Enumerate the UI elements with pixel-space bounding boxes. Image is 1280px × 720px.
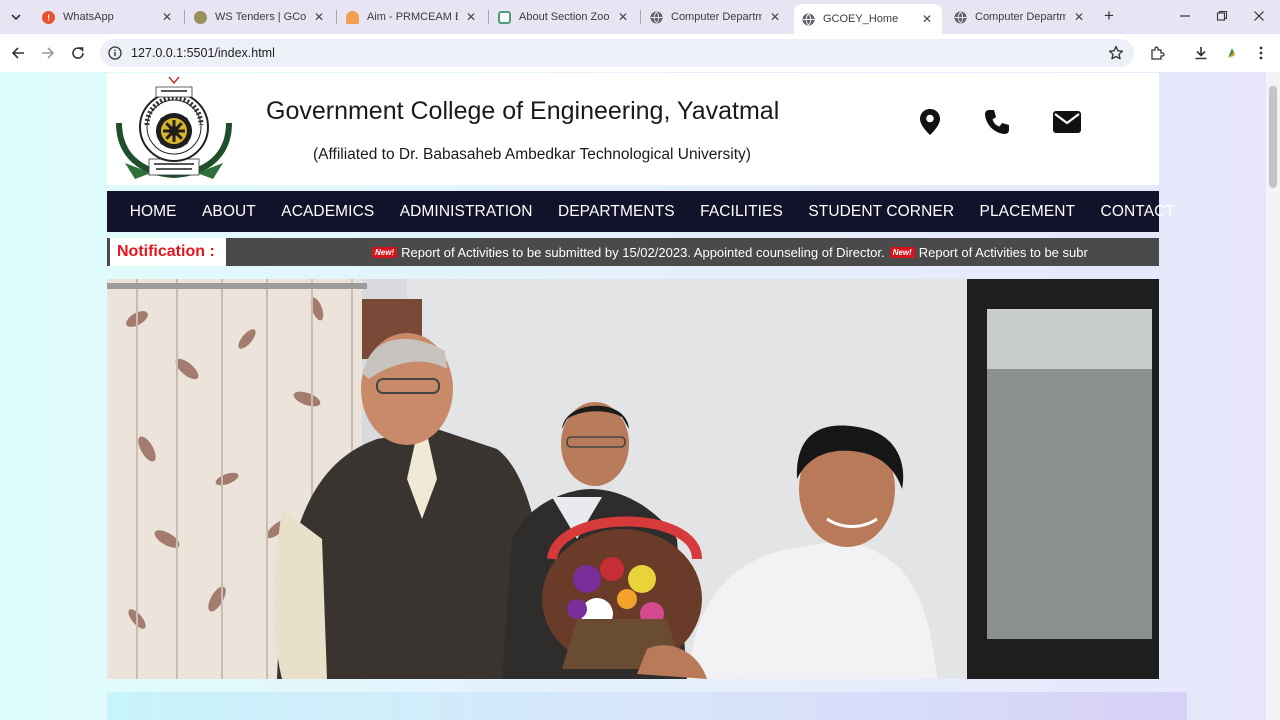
site-icon (346, 10, 359, 24)
minimize-icon (1180, 15, 1190, 17)
tab-title: WhatsApp (63, 11, 114, 23)
tab-title: Aim - PRMCEAM Bad (367, 11, 458, 23)
scrollbar-thumb[interactable] (1269, 86, 1277, 188)
close-icon[interactable]: ✕ (768, 10, 782, 24)
url-text: 127.0.0.1:5501/index.html (131, 46, 275, 60)
site-icon (194, 10, 207, 24)
section-band (107, 692, 1187, 720)
site-icon (498, 10, 511, 24)
notification-item[interactable]: Report of Activities to be subr (919, 245, 1088, 260)
bookmark-star-icon[interactable] (1108, 45, 1124, 66)
tab-computer-department[interactable]: Computer Departme ✕ (642, 4, 790, 30)
puzzle-icon (1151, 46, 1165, 60)
back-button[interactable] (8, 43, 28, 63)
site-header: Government College of Engineering, Yavat… (107, 73, 1159, 185)
phone-icon[interactable] (982, 107, 1012, 137)
site-info-icon[interactable] (108, 46, 122, 65)
arrow-right-icon (42, 47, 55, 59)
downloads-button[interactable] (1191, 43, 1211, 63)
tab-title: GCOEY_Home (823, 13, 899, 25)
nav-home[interactable]: HOME (117, 203, 189, 221)
globe-icon (802, 13, 815, 26)
menu-button[interactable] (1251, 43, 1271, 63)
notification-label: Notification : (107, 238, 226, 266)
location-icon[interactable] (917, 107, 943, 137)
browser-tab-bar: WhatsApp ✕ WS Tenders | GCoE, Y ✕ Aim - … (0, 0, 1280, 34)
arrow-left-icon (11, 47, 24, 59)
tab-divider (336, 10, 337, 24)
nav-facilities[interactable]: FACILITIES (687, 203, 795, 221)
mail-icon[interactable] (1052, 107, 1082, 137)
close-icon[interactable]: ✕ (464, 10, 478, 24)
close-icon (1254, 11, 1264, 21)
main-navigation: HOME ABOUT ACADEMICS ADMINISTRATION DEPA… (107, 191, 1175, 232)
restore-button[interactable] (1207, 6, 1237, 26)
notification-marquee[interactable]: New! Report of Activities to be submitte… (369, 238, 1088, 266)
nav-departments[interactable]: DEPARTMENTS (545, 203, 687, 221)
close-icon[interactable]: ✕ (1072, 10, 1086, 24)
more-vertical-icon (1259, 46, 1263, 60)
college-logo[interactable] (111, 75, 237, 181)
chevron-down-icon (11, 14, 21, 21)
notification-item[interactable]: Report of Activities to be submitted by … (401, 245, 884, 260)
extension-icon (1228, 48, 1235, 58)
new-tab-button[interactable]: + (1100, 7, 1118, 26)
new-badge: New! (372, 246, 398, 258)
tab-divider (184, 10, 185, 24)
nav-about[interactable]: ABOUT (189, 203, 268, 221)
college-name: Government College of Engineering, Yavat… (266, 97, 780, 125)
tab-title: Computer Departme (975, 11, 1066, 23)
globe-icon (954, 11, 967, 24)
tab-whatsapp[interactable]: WhatsApp ✕ (34, 4, 182, 30)
restore-icon (1216, 10, 1228, 21)
minimize-button[interactable] (1170, 6, 1200, 26)
page-viewport: Government College of Engineering, Yavat… (0, 72, 1266, 720)
reload-icon (72, 47, 84, 59)
nav-contact[interactable]: CONTACT (1088, 203, 1188, 221)
tab-aim-prmceam[interactable]: Aim - PRMCEAM Bad ✕ (338, 4, 486, 30)
tab-divider (640, 10, 641, 24)
nav-student-corner[interactable]: STUDENT CORNER (796, 203, 967, 221)
close-icon[interactable]: ✕ (920, 12, 934, 26)
tab-title: About Section Zoom (519, 11, 610, 23)
nav-placement[interactable]: PLACEMENT (967, 203, 1088, 221)
close-window-button[interactable] (1244, 6, 1274, 26)
extensions-button[interactable] (1147, 43, 1167, 63)
forward-button[interactable] (38, 43, 58, 63)
tab-ws-tenders[interactable]: WS Tenders | GCoE, Y ✕ (186, 4, 334, 30)
hero-photo (107, 279, 1159, 679)
close-icon[interactable]: ✕ (312, 10, 326, 24)
nav-administration[interactable]: ADMINISTRATION (387, 203, 545, 221)
whatsapp-icon (42, 10, 55, 24)
tab-about-section[interactable]: About Section Zoom ✕ (490, 4, 638, 30)
tab-gcoey-home[interactable]: GCOEY_Home ✕ (794, 4, 942, 34)
reload-button[interactable] (68, 43, 88, 63)
new-badge: New! (889, 246, 915, 258)
browser-toolbar: 127.0.0.1:5501/index.html (0, 34, 1280, 72)
download-icon (1195, 47, 1207, 60)
tab-title: WS Tenders | GCoE, Y (215, 11, 306, 23)
tab-divider (488, 10, 489, 24)
tab-computer-department-2[interactable]: Computer Departme ✕ (946, 4, 1094, 30)
close-icon[interactable]: ✕ (616, 10, 630, 24)
globe-icon (650, 11, 663, 24)
page-scrollbar[interactable] (1266, 72, 1280, 720)
affiliation-text: (Affiliated to Dr. Babasaheb Ambedkar Te… (313, 146, 751, 163)
notification-bar: Notification : New! Report of Activities… (107, 238, 1159, 266)
address-bar[interactable]: 127.0.0.1:5501/index.html (100, 39, 1134, 67)
close-icon[interactable]: ✕ (160, 10, 174, 24)
tab-search-button[interactable] (6, 7, 26, 27)
profile-button[interactable] (1221, 43, 1241, 63)
nav-academics[interactable]: ACADEMICS (269, 203, 387, 221)
tab-title: Computer Departme (671, 11, 762, 23)
